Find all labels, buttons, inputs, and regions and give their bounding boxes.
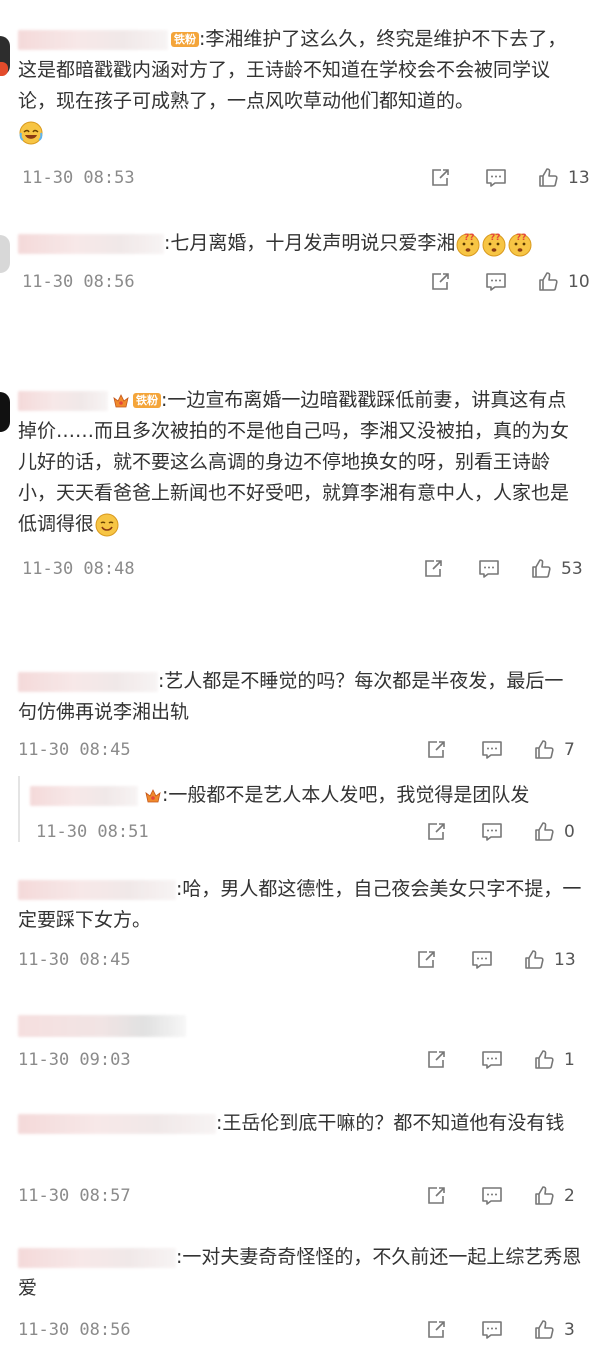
timestamp: 11-30 08:57: [18, 1186, 131, 1206]
share-icon[interactable]: [424, 820, 448, 844]
thumbs-up-icon[interactable]: [532, 1048, 556, 1072]
comment-actions: 13: [414, 946, 576, 974]
fan-badge: 铁粉: [133, 393, 161, 408]
smile-emoji-icon: [94, 512, 120, 538]
comment-item: :王岳伦到底干嘛的？都不知道他有没有钱 11-30 08:57 2: [0, 1108, 600, 1218]
timestamp: 11-30 08:45: [18, 740, 131, 760]
comment-text: :七月离婚，十月发声明说只爱李湘: [18, 228, 582, 259]
comment-item: :哈，男人都这德性，自己夜会美女只字不提，一定要踩下女方。 11-30 08:4…: [0, 872, 600, 972]
timestamp: 11-30 08:45: [18, 950, 131, 970]
username[interactable]: [18, 29, 168, 50]
like-count: 10: [568, 272, 590, 292]
comment-text: :哈，男人都这德性，自己夜会美女只字不提，一定要踩下女方。: [18, 874, 582, 936]
comment-text: :王岳伦到底干嘛的？都不知道他有没有钱: [18, 1108, 582, 1139]
comment-item: :一对夫妻奇奇怪怪的，不久前还一起上综艺秀恩爱 11-30 08:56 3: [0, 1242, 600, 1352]
comment-text: [18, 1010, 582, 1041]
thumbs-up-icon[interactable]: [532, 1184, 556, 1208]
like-count: 0: [564, 822, 575, 842]
like-count: 13: [554, 950, 576, 970]
comment-actions: 1: [424, 1046, 575, 1074]
question-face-emoji-icon: [481, 231, 507, 257]
comment-text: :艺人都是不睡觉的吗？每次都是半夜发，最后一句仿佛再说李湘出轨: [18, 666, 582, 728]
thumbs-up-icon[interactable]: [532, 738, 556, 762]
share-icon[interactable]: [414, 948, 438, 972]
share-icon[interactable]: [428, 166, 452, 190]
comment-icon[interactable]: [484, 270, 508, 294]
comment-item: 铁粉:一边宣布离婚一边暗戳戳踩低前妻，讲真这有点掉价……而且多次被拍的不是他自己…: [0, 370, 600, 600]
comment-icon[interactable]: [480, 1184, 504, 1208]
question-face-emoji-icon: [455, 231, 481, 257]
comment-icon[interactable]: [480, 738, 504, 762]
crown-icon: [144, 787, 162, 805]
comment-actions: 0: [424, 818, 575, 846]
comment-icon[interactable]: [480, 820, 504, 844]
share-icon[interactable]: [424, 1318, 448, 1342]
username[interactable]: [18, 879, 176, 900]
username[interactable]: [18, 390, 108, 411]
comment-text: :一对夫妻奇奇怪怪的，不久前还一起上综艺秀恩爱: [18, 1242, 582, 1304]
timestamp: 11-30 08:53: [22, 168, 135, 188]
comment-icon[interactable]: [477, 557, 501, 581]
comment-actions: 13: [428, 164, 590, 192]
username[interactable]: [18, 233, 164, 254]
timestamp: 11-30 08:56: [22, 272, 135, 292]
like-count: 13: [568, 168, 590, 188]
crown-icon: [112, 392, 130, 410]
reply-item: :一般都不是艺人本人发吧，我觉得是团队发 11-30 08:51 0: [0, 776, 600, 846]
comment-body: :一般都不是艺人本人发吧，我觉得是团队发: [162, 784, 530, 806]
comment-body: :王岳伦到底干嘛的？都不知道他有没有钱: [216, 1112, 565, 1134]
share-icon[interactable]: [428, 270, 452, 294]
comment-icon[interactable]: [480, 1048, 504, 1072]
username[interactable]: [18, 1014, 186, 1037]
like-count: 1: [564, 1050, 575, 1070]
timestamp: 11-30 08:51: [36, 822, 149, 842]
comment-icon[interactable]: [484, 166, 508, 190]
username[interactable]: [18, 1247, 176, 1268]
thumbs-up-icon[interactable]: [536, 166, 560, 190]
timestamp: 11-30 09:03: [18, 1050, 131, 1070]
comment-item: :七月离婚，十月发声明说只爱李湘 11-30 08:56 10: [0, 210, 600, 330]
comment-text: 铁粉:一边宣布离婚一边暗戳戳踩低前妻，讲真这有点掉价……而且多次被拍的不是他自己…: [18, 385, 582, 540]
timestamp: 11-30 08:48: [22, 559, 135, 579]
comment-text: 铁粉:李湘维护了这么久，终究是维护不下去了，这是都暗戳戳内涵对方了，王诗龄不知道…: [18, 24, 582, 148]
thumbs-up-icon[interactable]: [536, 270, 560, 294]
thumbs-up-icon[interactable]: [529, 557, 553, 581]
comment-icon[interactable]: [480, 1318, 504, 1342]
comment-actions: 2: [424, 1182, 575, 1210]
question-face-emoji-icon: [507, 231, 533, 257]
username[interactable]: [18, 671, 158, 692]
laugh-cry-emoji-icon: [18, 120, 44, 146]
username[interactable]: [30, 785, 138, 806]
comment-actions: 7: [424, 736, 575, 764]
comment-actions: 3: [424, 1316, 575, 1344]
comment-body: :七月离婚，十月发声明说只爱李湘: [164, 232, 456, 254]
comment-actions: 53: [421, 555, 583, 583]
comment-icon[interactable]: [470, 948, 494, 972]
fan-badge: 铁粉: [171, 32, 199, 47]
share-icon[interactable]: [424, 738, 448, 762]
comment-item: 11-30 09:03 1: [0, 1010, 600, 1080]
like-count: 2: [564, 1186, 575, 1206]
like-count: 53: [561, 559, 583, 579]
comment-actions: 10: [428, 268, 590, 296]
comment-item: :艺人都是不睡觉的吗？每次都是半夜发，最后一句仿佛再说李湘出轨 11-30 08…: [0, 664, 600, 764]
thumbs-up-icon[interactable]: [532, 1318, 556, 1342]
share-icon[interactable]: [424, 1048, 448, 1072]
username[interactable]: [18, 1113, 216, 1134]
thumbs-up-icon[interactable]: [532, 820, 556, 844]
thumbs-up-icon[interactable]: [522, 948, 546, 972]
like-count: 7: [564, 740, 575, 760]
share-icon[interactable]: [421, 557, 445, 581]
comment-text: :一般都不是艺人本人发吧，我觉得是团队发: [30, 780, 580, 811]
like-count: 3: [564, 1320, 575, 1340]
timestamp: 11-30 08:56: [18, 1320, 131, 1340]
comment-item: 铁粉:李湘维护了这么久，终究是维护不下去了，这是都暗戳戳内涵对方了，王诗龄不知道…: [0, 0, 600, 210]
share-icon[interactable]: [424, 1184, 448, 1208]
